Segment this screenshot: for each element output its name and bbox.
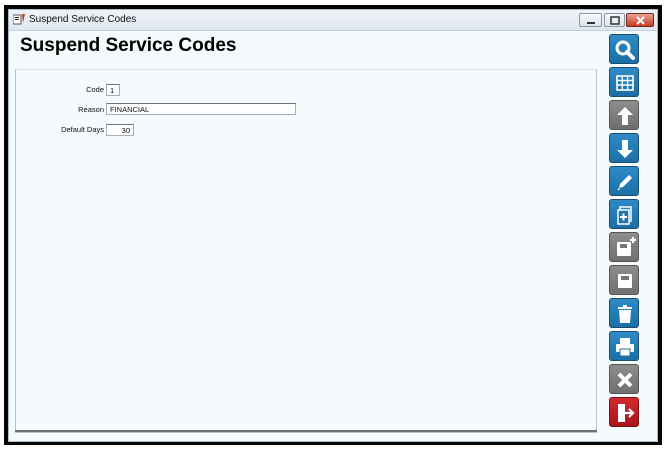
edit-button[interactable] <box>609 166 639 196</box>
code-label: Code <box>86 85 104 94</box>
save-new-icon <box>617 237 636 256</box>
form-panel: Code 1 Reason FINANCIAL Default Days 30 <box>15 69 597 433</box>
copy-add-icon <box>617 206 632 225</box>
save-new-button[interactable] <box>609 232 639 262</box>
cancel-button[interactable] <box>609 364 639 394</box>
bottom-divider <box>15 430 597 432</box>
exit-icon <box>618 404 635 422</box>
app-window: Suspend Service Codes Suspend Service Co… <box>8 9 658 442</box>
minimize-button[interactable] <box>579 13 602 27</box>
minimize-icon <box>587 22 595 24</box>
maximize-icon <box>610 16 620 25</box>
copy-record-button[interactable] <box>609 199 639 229</box>
exit-button[interactable] <box>609 397 639 427</box>
trash-icon <box>618 305 632 323</box>
app-icon <box>13 14 25 25</box>
window-title: Suspend Service Codes <box>29 14 137 25</box>
default-days-field[interactable]: 30 <box>106 124 134 136</box>
delete-button[interactable] <box>609 298 639 328</box>
grid-view-button[interactable] <box>609 67 639 97</box>
pencil-icon <box>617 175 632 191</box>
search-icon <box>615 40 635 60</box>
page-title: Suspend Service Codes <box>20 35 237 56</box>
close-button[interactable] <box>626 13 654 27</box>
default-days-label: Default Days <box>61 125 104 134</box>
reason-field[interactable]: FINANCIAL <box>106 103 296 115</box>
title-bar[interactable]: Suspend Service Codes <box>9 10 657 31</box>
arrow-up-icon <box>617 107 633 125</box>
next-record-button[interactable] <box>609 133 639 163</box>
save-button[interactable] <box>609 265 639 295</box>
print-icon <box>616 338 634 357</box>
previous-record-button[interactable] <box>609 100 639 130</box>
code-field[interactable]: 1 <box>106 84 120 96</box>
maximize-button[interactable] <box>604 13 625 27</box>
close-icon <box>636 16 645 25</box>
cancel-icon <box>617 372 633 388</box>
search-button[interactable] <box>609 34 639 64</box>
print-button[interactable] <box>609 331 639 361</box>
reason-label: Reason <box>78 105 104 114</box>
grid-icon <box>616 75 634 91</box>
save-icon <box>618 274 632 288</box>
arrow-down-icon <box>617 140 633 158</box>
